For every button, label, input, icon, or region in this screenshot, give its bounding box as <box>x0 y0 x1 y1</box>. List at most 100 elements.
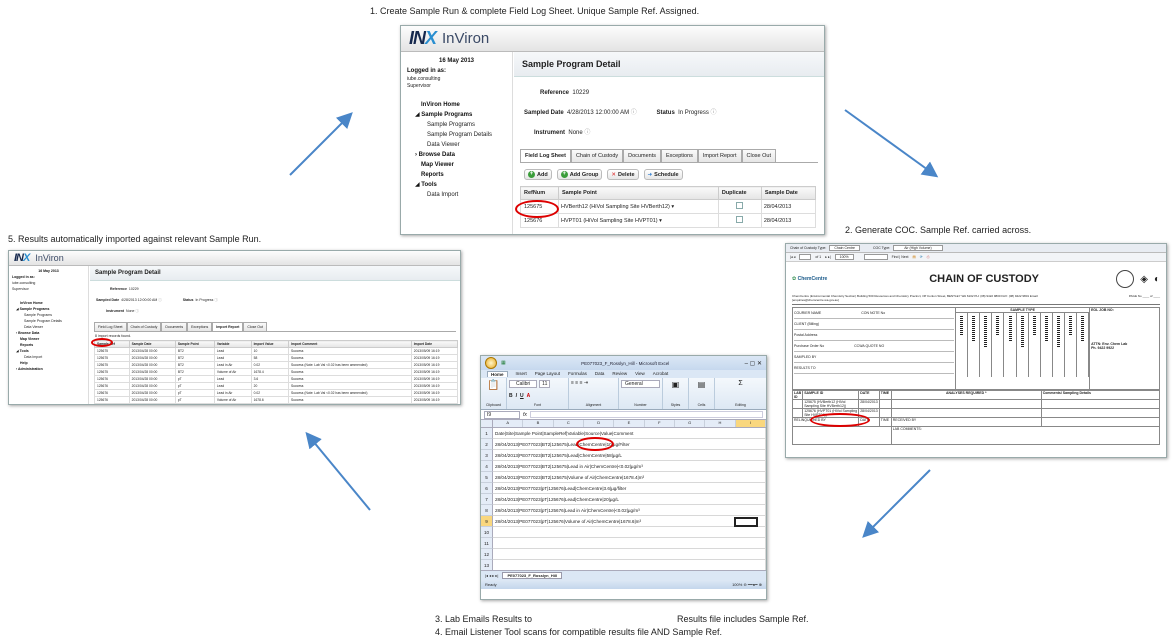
window-controls[interactable]: ‒ ▢ ✕ <box>745 360 766 367</box>
ribbon-tab-insert[interactable]: Insert <box>516 371 527 377</box>
table-row[interactable]: 11 <box>481 538 766 549</box>
bold-icon[interactable]: B <box>509 393 513 399</box>
ribbon-tab-formulas[interactable]: Formulas <box>568 371 587 377</box>
nav-sub-sample-programs[interactable]: Sample Programs <box>407 120 506 130</box>
table-row[interactable]: 125676 2013/04/28 00:00 pT Lead 3.6 Success 20… <box>94 375 459 383</box>
font-color-icon[interactable]: A <box>527 393 531 399</box>
cell-a[interactable]: 28/04/2013|PE077023|pT|125676|Volume of … <box>493 516 766 527</box>
column-header[interactable]: B <box>523 420 554 427</box>
col-sample-point[interactable]: Sample Point <box>558 186 719 200</box>
cell-a[interactable]: Date|Site|Sample Point|SampleRef|Variabl… <box>493 428 766 439</box>
nav-administration[interactable]: › Administration <box>12 366 85 372</box>
table-row[interactable]: 4 28/04/2013|PE077023|BT2|125675|Lead in … <box>481 461 766 472</box>
nav-tools[interactable]: ◢ Tools <box>407 180 506 190</box>
row-header[interactable]: 12 <box>481 549 493 560</box>
col-import-value[interactable]: Import Value <box>250 340 289 348</box>
cell-a[interactable]: 28/04/2013|PE077023|pT|125676|Lead in Ai… <box>493 505 766 516</box>
styles-icon[interactable]: ▣ <box>672 380 680 389</box>
column-header[interactable]: A <box>493 420 524 427</box>
sheet-tab[interactable]: PE077023_F_Rosslyn_Hill <box>502 572 563 579</box>
col-sample-date[interactable]: Sample Date <box>128 340 176 348</box>
row-header[interactable]: 9 <box>481 516 493 527</box>
col-duplicate[interactable]: Duplicate <box>717 186 762 200</box>
refresh-icon[interactable]: ⟳ <box>920 255 923 259</box>
office-button-icon[interactable] <box>485 357 497 369</box>
table-row[interactable]: 3 28/04/2013|PE077023|BT2|125675|Lead|Che… <box>481 450 766 461</box>
sum-icon[interactable]: Σ <box>738 380 742 387</box>
column-header[interactable]: I <box>735 420 766 427</box>
align-icons[interactable]: ≡ ≡ ≡ ⇥ <box>571 380 616 386</box>
table-row[interactable]: 125675 2013/04/28 00:00 BT2 Lead in Air 0.02… <box>94 361 459 369</box>
column-header[interactable]: H <box>705 420 736 427</box>
tab-documents[interactable]: Documents <box>161 322 188 331</box>
nav-sub-sample-program-details[interactable]: Sample Program Details <box>407 130 506 140</box>
table-row[interactable]: 125676 2013/04/28 00:00 pT Lead 20 Success 201… <box>94 382 459 390</box>
delete-button[interactable]: ✕ Delete <box>607 169 639 180</box>
ribbon-tab-review[interactable]: Review <box>612 371 627 377</box>
paste-icon[interactable]: 📋 <box>487 380 499 391</box>
cell-a[interactable]: 28/04/2013|PE077023|BT2|125675|Lead|Chem… <box>493 439 766 450</box>
zoom-select[interactable]: 100% <box>834 254 854 260</box>
nav-sub-data-viewer[interactable]: Data Viewer <box>407 140 506 150</box>
row-header[interactable]: 6 <box>481 483 493 494</box>
font-size-select[interactable]: 11 <box>539 380 551 388</box>
table-row[interactable]: 7 28/04/2013|PE077023|pT|125676|Lead|Chem… <box>481 494 766 505</box>
cell-a[interactable]: 28/04/2013|PE077023|BT2|125675|Volume of… <box>493 472 766 483</box>
add-button[interactable]: + Add <box>524 169 552 180</box>
table-row[interactable]: 125676 2013/04/28 00:00 pT Volume of Air 167… <box>94 396 459 404</box>
col-import-comment[interactable]: Import Comment <box>287 340 412 348</box>
italic-icon[interactable]: I <box>516 393 517 399</box>
column-header[interactable]: E <box>614 420 645 427</box>
nav-reports[interactable]: Reports <box>407 170 506 180</box>
sample-point-select[interactable]: HVPT01 (HiVol Sampling Site HVPT01) ▾ <box>558 213 719 228</box>
cell-a[interactable]: 28/04/2013|PE077023|pT|125676|Lead|ChemC… <box>493 494 766 505</box>
tab-chain-of-custody[interactable]: Chain of Custody <box>126 322 162 331</box>
worksheet-grid[interactable]: A B C D E F G H I 1 Date|Site|Sample Point|SampleR… <box>481 420 766 570</box>
table-row[interactable]: 9 28/04/2013|PE077023|pT|125676|Volume of… <box>481 516 766 527</box>
ribbon-tab-home[interactable]: Home <box>487 371 508 377</box>
tab-field-log-sheet[interactable]: Field Log Sheet <box>94 322 127 331</box>
table-row[interactable]: 13 <box>481 560 766 570</box>
next-page-icon[interactable]: ▸ ▸| <box>825 255 830 259</box>
col-sample-point[interactable]: Sample Point <box>174 340 215 348</box>
ribbon-tab-view[interactable]: View <box>635 371 645 377</box>
table-row[interactable]: 125676 HVPT01 (HiVol Sampling Site HVPT0… <box>520 213 817 228</box>
ribbon-tab-page-layout[interactable]: Page Layout <box>535 371 560 377</box>
nav-sample-programs[interactable]: ◢ Sample Programs <box>407 110 506 120</box>
nav-sub-data-import[interactable]: Data Import <box>407 190 506 200</box>
sheet-nav-icon[interactable]: |◂ ◂ ▸ ▸| <box>485 573 498 578</box>
sample-point-select[interactable]: HVBerth12 (HiVol Sampling Site HVBerth12… <box>558 199 719 214</box>
name-box[interactable]: I9 <box>484 410 520 419</box>
cell-a[interactable] <box>493 527 766 538</box>
export-icon[interactable]: ▤ <box>912 255 915 259</box>
row-header[interactable]: 1 <box>481 428 493 439</box>
cells-icon[interactable]: ▤ <box>698 380 706 389</box>
cell-a[interactable] <box>493 560 766 570</box>
tab-import-report[interactable]: Import Report <box>212 322 244 331</box>
number-format-select[interactable]: General <box>621 380 660 388</box>
row-header[interactable]: 3 <box>481 450 493 461</box>
schedule-button[interactable]: ➜ Schedule <box>643 169 683 180</box>
column-header[interactable]: C <box>554 420 584 427</box>
cell-a[interactable] <box>493 549 766 560</box>
table-row[interactable]: 10 <box>481 527 766 538</box>
nav-home[interactable]: InViron Home <box>407 100 506 110</box>
table-row[interactable]: 125675 HVBerth12 (HiVol Sampling Site HV… <box>520 199 817 214</box>
row-header[interactable]: 13 <box>481 560 493 570</box>
nav-browse-data[interactable]: › Browse Data <box>407 150 506 160</box>
column-header[interactable]: G <box>675 420 706 427</box>
ribbon-tab-acrobat[interactable]: Acrobat <box>653 371 669 377</box>
print-icon[interactable]: ⎙ <box>927 255 930 259</box>
table-row[interactable]: 12 <box>481 549 766 560</box>
ribbon-tab-data[interactable]: Data <box>595 371 605 377</box>
add-group-button[interactable]: + Add Group <box>556 169 603 180</box>
active-cell[interactable] <box>734 517 758 527</box>
coc-type-select[interactable]: Chain Centre <box>829 245 860 251</box>
row-header[interactable]: 4 <box>481 461 493 472</box>
underline-icon[interactable]: U <box>520 393 524 399</box>
col-import-date[interactable]: Import Date <box>410 340 459 348</box>
cell-a[interactable]: 28/04/2013|PE077023|BT2|125675|Lead in A… <box>493 461 766 472</box>
table-row[interactable]: 2 28/04/2013|PE077023|BT2|125675|Lead|Che… <box>481 439 766 450</box>
row-header[interactable]: 11 <box>481 538 493 549</box>
tab-import-report[interactable]: Import Report <box>697 149 742 162</box>
